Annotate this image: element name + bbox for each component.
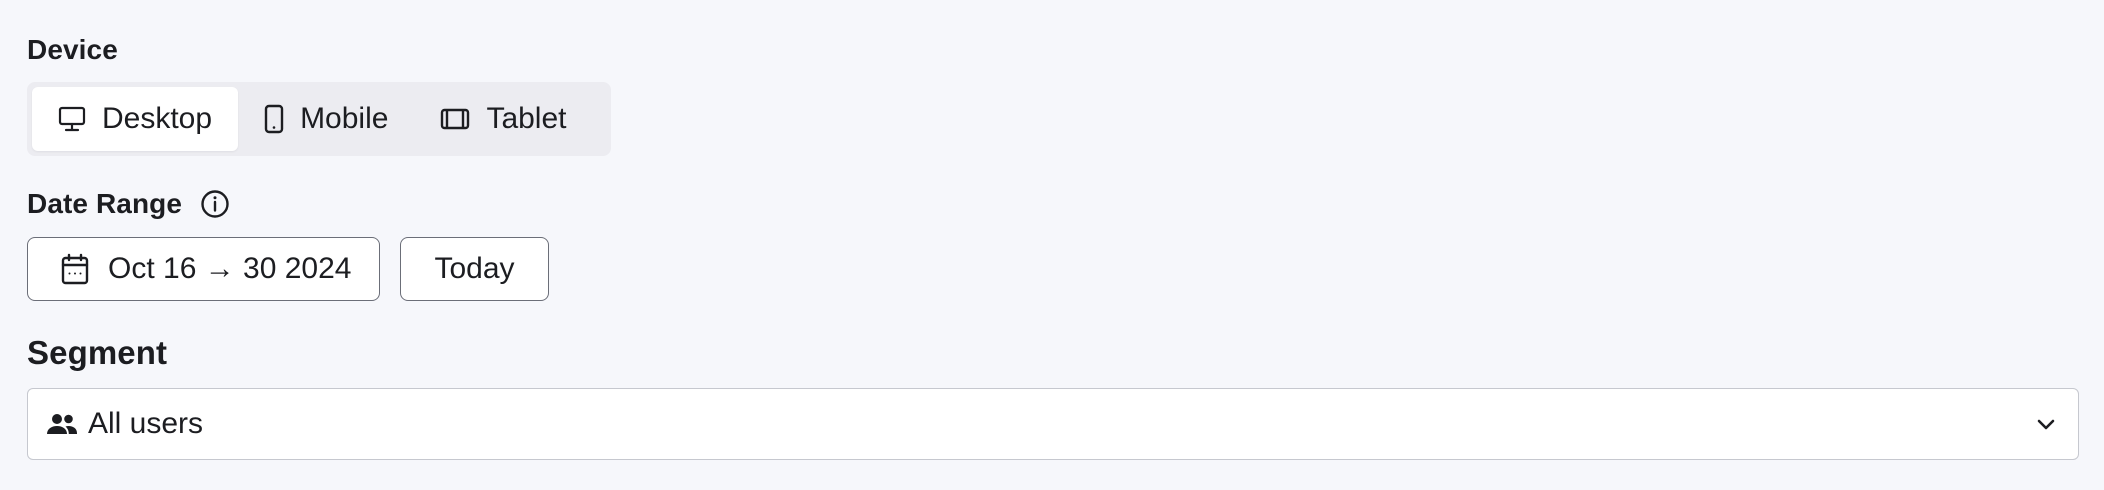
calendar-icon bbox=[60, 253, 90, 285]
device-segmented-control: Desktop Mobile Tablet bbox=[27, 82, 611, 156]
date-range-label: Date Range bbox=[27, 188, 183, 219]
segment-label: Segment bbox=[27, 334, 168, 371]
date-range-header: Date Range bbox=[27, 188, 230, 220]
segment-selected-value: All users bbox=[88, 407, 204, 440]
device-option-tablet[interactable]: Tablet bbox=[414, 87, 592, 151]
today-button[interactable]: Today bbox=[400, 237, 549, 301]
info-icon[interactable] bbox=[200, 189, 230, 219]
chevron-down-icon bbox=[2036, 417, 2056, 431]
device-option-label: Mobile bbox=[300, 102, 389, 135]
device-option-desktop[interactable]: Desktop bbox=[32, 87, 239, 151]
tablet-icon bbox=[440, 108, 470, 130]
date-range-picker-button[interactable]: Oct 16 → 30 2024 bbox=[27, 237, 380, 301]
device-option-label: Tablet bbox=[486, 102, 567, 135]
device-option-label: Desktop bbox=[102, 102, 213, 135]
device-option-mobile[interactable]: Mobile bbox=[238, 87, 414, 151]
device-label: Device bbox=[27, 34, 118, 65]
desktop-icon bbox=[58, 106, 86, 132]
mobile-icon bbox=[264, 104, 284, 134]
date-range-value: Oct 16 → 30 2024 bbox=[108, 252, 352, 285]
users-icon bbox=[46, 412, 78, 436]
today-button-label: Today bbox=[434, 252, 515, 285]
segment-select[interactable]: All users bbox=[27, 388, 2079, 460]
